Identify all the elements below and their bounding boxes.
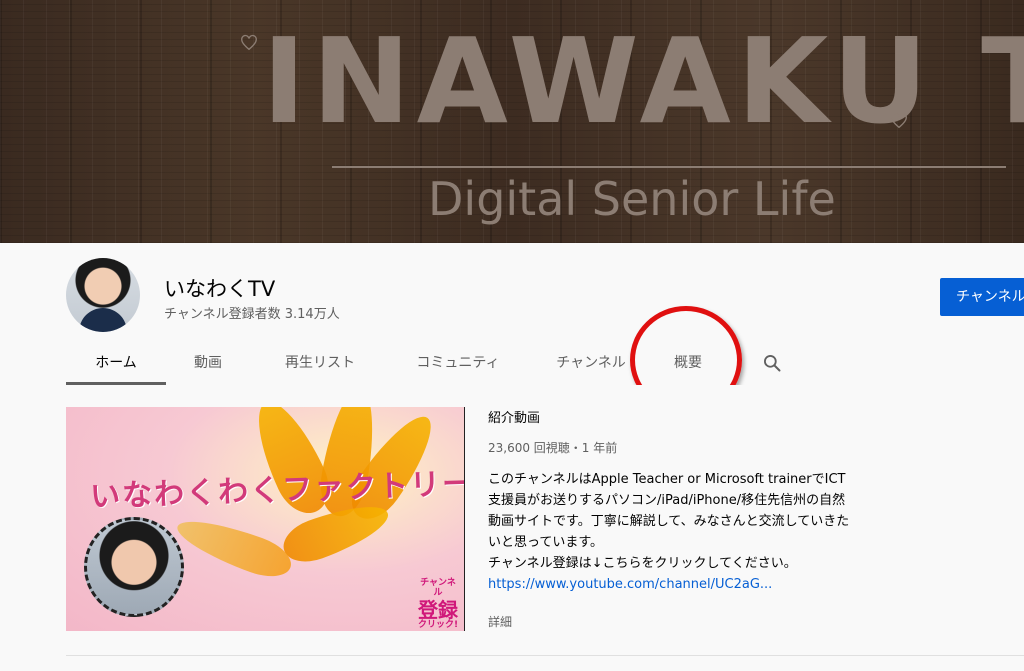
thumbnail-cta-tail: クリック!: [417, 619, 459, 630]
banner-subtitle: Digital Senior Life: [428, 172, 836, 226]
thumbnail-cta-big: 登録: [418, 597, 458, 622]
tab-home[interactable]: ホーム: [66, 341, 166, 385]
tab-label: コミュニティ: [416, 355, 500, 371]
read-more-button[interactable]: 詳細: [488, 613, 512, 630]
description-text: このチャンネルはApple Teacher or Microsoft train…: [488, 472, 850, 550]
tab-playlists[interactable]: 再生リスト: [264, 341, 376, 385]
banner-divider: [332, 166, 1006, 168]
channel-avatar[interactable]: [66, 258, 140, 332]
tab-label: ホーム: [95, 355, 137, 371]
heart-icon: [891, 112, 907, 129]
thumbnail-portrait: [84, 517, 184, 617]
channel-banner: INAWAKU TV Digital Senior Life: [0, 0, 1024, 243]
heart-icon: [241, 34, 257, 51]
tab-label: 再生リスト: [285, 355, 355, 371]
subscribe-button[interactable]: チャンネル登録: [940, 278, 1024, 316]
channel-home-content: いなわくわくファクトリー チャンネル 登録 クリック! 紹介動画 23,600 …: [0, 385, 1024, 671]
tab-videos[interactable]: 動画: [174, 341, 242, 385]
featured-video-thumbnail[interactable]: いなわくわくファクトリー チャンネル 登録 クリック!: [66, 407, 464, 631]
channel-link[interactable]: https://www.youtube.com/channel/UC2aG...: [488, 574, 858, 595]
tab-label: チャンネル: [556, 355, 626, 371]
banner-title: INAWAKU TV: [262, 12, 1024, 150]
subscriber-count: チャンネル登録者数 3.14万人: [164, 307, 340, 322]
thumbnail-edge: [464, 407, 465, 631]
thumbnail-subscribe-badge: チャンネル 登録 クリック!: [416, 578, 460, 631]
featured-video-meta: 23,600 回視聴・1 年前: [488, 441, 618, 455]
featured-video-label[interactable]: 紹介動画: [488, 407, 540, 426]
section-divider: [66, 655, 1024, 656]
channel-header: いなわくTV チャンネル登録者数 3.14万人 チャンネル登録 ホーム 動画 再…: [0, 243, 1024, 385]
tab-label: 動画: [194, 355, 222, 371]
channel-name: いなわくTV: [164, 277, 276, 301]
search-icon[interactable]: [762, 353, 782, 373]
description-text: チャンネル登録は↓こちらをクリックしてください。: [488, 556, 797, 571]
thumbnail-cta-small: チャンネル: [420, 578, 456, 598]
thumbnail-title: いなわくわくファクトリー: [89, 466, 464, 515]
tab-community[interactable]: コミュニティ: [396, 341, 520, 385]
featured-video-description: このチャンネルはApple Teacher or Microsoft train…: [488, 469, 858, 595]
